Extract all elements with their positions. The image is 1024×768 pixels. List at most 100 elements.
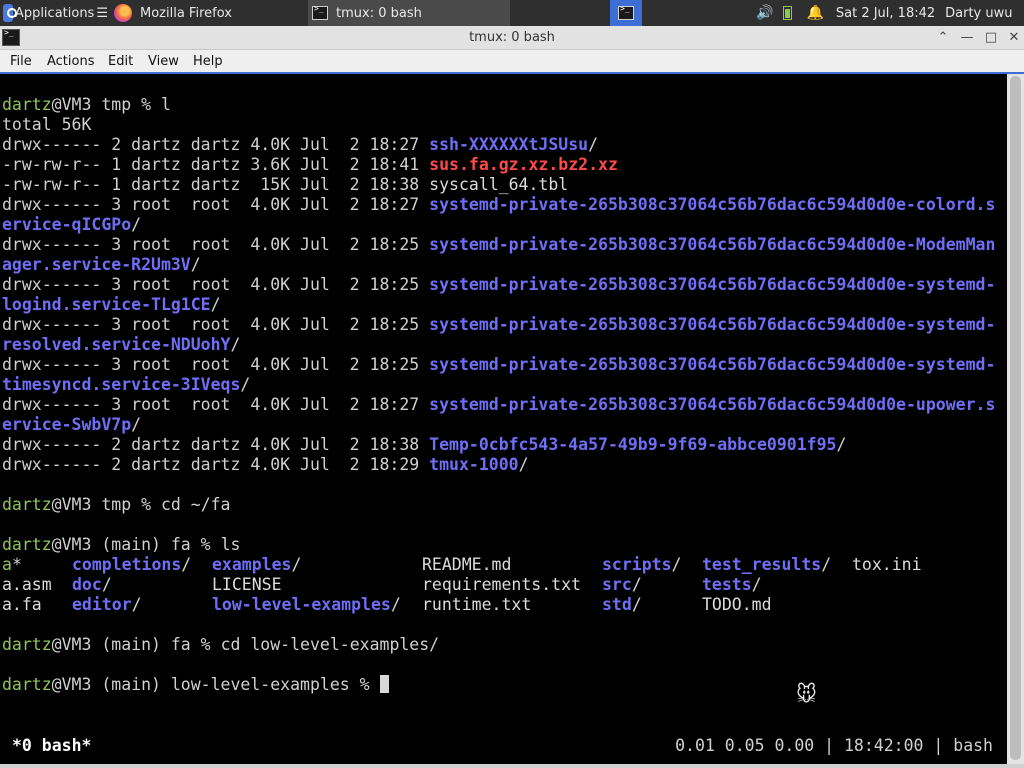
window-title: tmux: 0 bash bbox=[469, 30, 555, 45]
shade-button[interactable]: ⌃ bbox=[934, 29, 952, 47]
terminal-output[interactable]: dartz@VM3 tmp % l total 56K drwx------ 2… bbox=[0, 74, 1007, 764]
prompt-command: l bbox=[160, 95, 171, 114]
window-bottom-border bbox=[0, 764, 1024, 768]
ls-entry-suffix: / bbox=[131, 595, 142, 614]
prompt-host-dir: @VM3 (main) fa % bbox=[51, 635, 221, 654]
menu-actions[interactable]: Actions bbox=[47, 54, 95, 69]
prompt-command: cd ~/fa bbox=[160, 495, 231, 514]
prompt-line: dartz@VM3 (main) fa % ls bbox=[2, 535, 240, 555]
listing-filename: systemd-private-265b308c37064c56b76dac6c… bbox=[429, 355, 996, 374]
mouse-pointer-icon: 🐭 bbox=[796, 682, 817, 706]
listing-meta: drwx------ 3 root root 4.0K Jul 2 18:27 bbox=[2, 395, 430, 414]
tmux-window-label[interactable]: *0 bash* bbox=[12, 736, 91, 755]
ls-entry-name: a.fa bbox=[2, 595, 42, 614]
ls-entry-suffix: / bbox=[671, 555, 682, 574]
user-name[interactable]: Darty uwu bbox=[945, 6, 1012, 21]
volume-icon[interactable]: 🔊 bbox=[756, 5, 773, 21]
prompt-host-dir: @VM3 (main) low-level-examples % bbox=[51, 675, 380, 694]
ls-entry-name: src bbox=[602, 575, 632, 594]
system-tray: 🔊 🔔 Sat 2 Jul, 18:42 Darty uwu bbox=[756, 0, 1024, 26]
prompt-user: dartz bbox=[2, 675, 52, 694]
ls-entry: a.fa bbox=[2, 595, 42, 615]
menu-overflow-icon: ☰ bbox=[96, 5, 108, 21]
tmux-status-bar: *0 bash* 0.01 0.05 0.00 | 18:42:00 | bas… bbox=[0, 700, 1007, 764]
listing-suffix: / bbox=[518, 455, 529, 474]
taskbar-item-tmux[interactable]: tmux: 0 bash bbox=[308, 0, 510, 26]
listing-filename: logind.service-TLg1CE bbox=[2, 295, 211, 314]
ls-entry: low-level-examples/ bbox=[212, 595, 401, 615]
prompt-host-dir: @VM3 tmp % bbox=[51, 495, 161, 514]
ls-entry-name: doc bbox=[72, 575, 102, 594]
listing-line: drwx------ 3 root root 4.0K Jul 2 18:25 … bbox=[2, 315, 995, 335]
battery-icon[interactable] bbox=[783, 6, 793, 20]
ls-entry-suffix: / bbox=[751, 575, 762, 594]
terminal-scrollbar[interactable] bbox=[1007, 74, 1024, 764]
minimize-button[interactable]: — bbox=[958, 29, 976, 47]
applications-label: Applications bbox=[14, 5, 95, 21]
ls-entry-suffix: / bbox=[291, 555, 302, 574]
listing-suffix: / bbox=[190, 255, 201, 274]
prompt-line: dartz@VM3 tmp % l bbox=[2, 95, 171, 115]
listing-total: total 56K bbox=[2, 115, 92, 134]
menu-bar: File Actions Edit View Help bbox=[0, 50, 1024, 74]
ls-entry-name: TODO.md bbox=[702, 595, 772, 614]
menu-help[interactable]: Help bbox=[193, 54, 223, 69]
ls-entry-suffix: / bbox=[181, 555, 192, 574]
listing-line: drwx------ 3 root root 4.0K Jul 2 18:27 … bbox=[2, 395, 995, 415]
ls-entry-name: README.md bbox=[422, 555, 512, 574]
ls-entry: runtime.txt bbox=[422, 595, 531, 615]
applications-menu-button[interactable]: Applications ☰ bbox=[0, 0, 108, 26]
menu-edit[interactable]: Edit bbox=[108, 54, 133, 69]
prompt-host-dir: @VM3 tmp % bbox=[51, 95, 161, 114]
ls-entry: completions/ bbox=[72, 555, 191, 575]
panel-clock[interactable]: Sat 2 Jul, 18:42 bbox=[836, 6, 935, 21]
listing-line: drwx------ 3 root root 4.0K Jul 2 18:25 … bbox=[2, 275, 995, 295]
listing-line: timesyncd.service-3IVeqs/ bbox=[2, 375, 250, 395]
ls-entry: tox.ini bbox=[852, 555, 922, 575]
listing-line: ager.service-R2Um3V/ bbox=[2, 255, 201, 275]
listing-filename: systemd-private-265b308c37064c56b76dac6c… bbox=[429, 195, 996, 214]
ls-entry-suffix: * bbox=[11, 555, 22, 574]
ls-entry-name: test_results bbox=[702, 555, 822, 574]
listing-filename: ervice-qICGPo bbox=[2, 215, 132, 234]
menu-view[interactable]: View bbox=[148, 54, 179, 69]
ls-entry-suffix: / bbox=[101, 575, 112, 594]
listing-filename: Temp-0cbfc543-4a57-49b9-9f69-abbce0901f9… bbox=[429, 435, 837, 454]
ls-entry-name: editor bbox=[72, 595, 132, 614]
listing-filename: ssh-XXXXXXtJSUsu bbox=[429, 135, 589, 154]
ls-entry-name: scripts bbox=[602, 555, 672, 574]
prompt-user: dartz bbox=[2, 535, 52, 554]
ls-entry-name: tests bbox=[702, 575, 752, 594]
listing-line: ervice-SwbV7p/ bbox=[2, 415, 141, 435]
ls-entry: test_results/ bbox=[702, 555, 831, 575]
ls-entry-name: a.asm bbox=[2, 575, 52, 594]
listing-filename: syscall_64.tbl bbox=[429, 175, 569, 194]
ls-entry-name: low-level-examples bbox=[212, 595, 391, 614]
window-titlebar[interactable]: tmux: 0 bash ⌃ — □ ✕ bbox=[0, 26, 1024, 50]
listing-meta: -rw-rw-r-- 1 dartz dartz 15K Jul 2 18:38 bbox=[2, 175, 430, 194]
ls-entry-name: requirements.txt bbox=[422, 575, 581, 594]
menu-file[interactable]: File bbox=[10, 54, 32, 69]
scrollbar-thumb[interactable] bbox=[1010, 76, 1021, 760]
taskbar-item-firefox[interactable]: Mozilla Firefox bbox=[110, 0, 306, 26]
ls-entry: editor/ bbox=[72, 595, 142, 615]
prompt-command: ls bbox=[220, 535, 241, 554]
terminal-icon bbox=[618, 4, 634, 20]
listing-suffix: / bbox=[836, 435, 847, 454]
workspace-switcher[interactable] bbox=[610, 0, 642, 26]
text-cursor bbox=[379, 675, 389, 693]
taskbar-item-label: Mozilla Firefox bbox=[140, 5, 232, 21]
maximize-button[interactable]: □ bbox=[982, 29, 1000, 47]
listing-filename: systemd-private-265b308c37064c56b76dac6c… bbox=[429, 275, 996, 294]
close-button[interactable]: ✕ bbox=[1005, 29, 1023, 47]
prompt-line: dartz@VM3 tmp % cd ~/fa bbox=[2, 495, 231, 515]
listing-meta: drwx------ 3 root root 4.0K Jul 2 18:25 bbox=[2, 315, 430, 334]
ls-entry-name: a bbox=[2, 555, 12, 574]
ls-entry: a* bbox=[2, 555, 22, 575]
listing-meta: drwx------ 3 root root 4.0K Jul 2 18:27 bbox=[2, 195, 430, 214]
listing-line: drwx------ 2 dartz dartz 4.0K Jul 2 18:2… bbox=[2, 135, 598, 155]
notification-bell-icon[interactable]: 🔔 bbox=[806, 5, 823, 21]
listing-line: resolved.service-NDUohY/ bbox=[2, 335, 240, 355]
ls-row: a.fa editor/low-level-examples/runtime.tx… bbox=[2, 595, 1002, 615]
listing-filename: systemd-private-265b308c37064c56b76dac6c… bbox=[429, 395, 996, 414]
